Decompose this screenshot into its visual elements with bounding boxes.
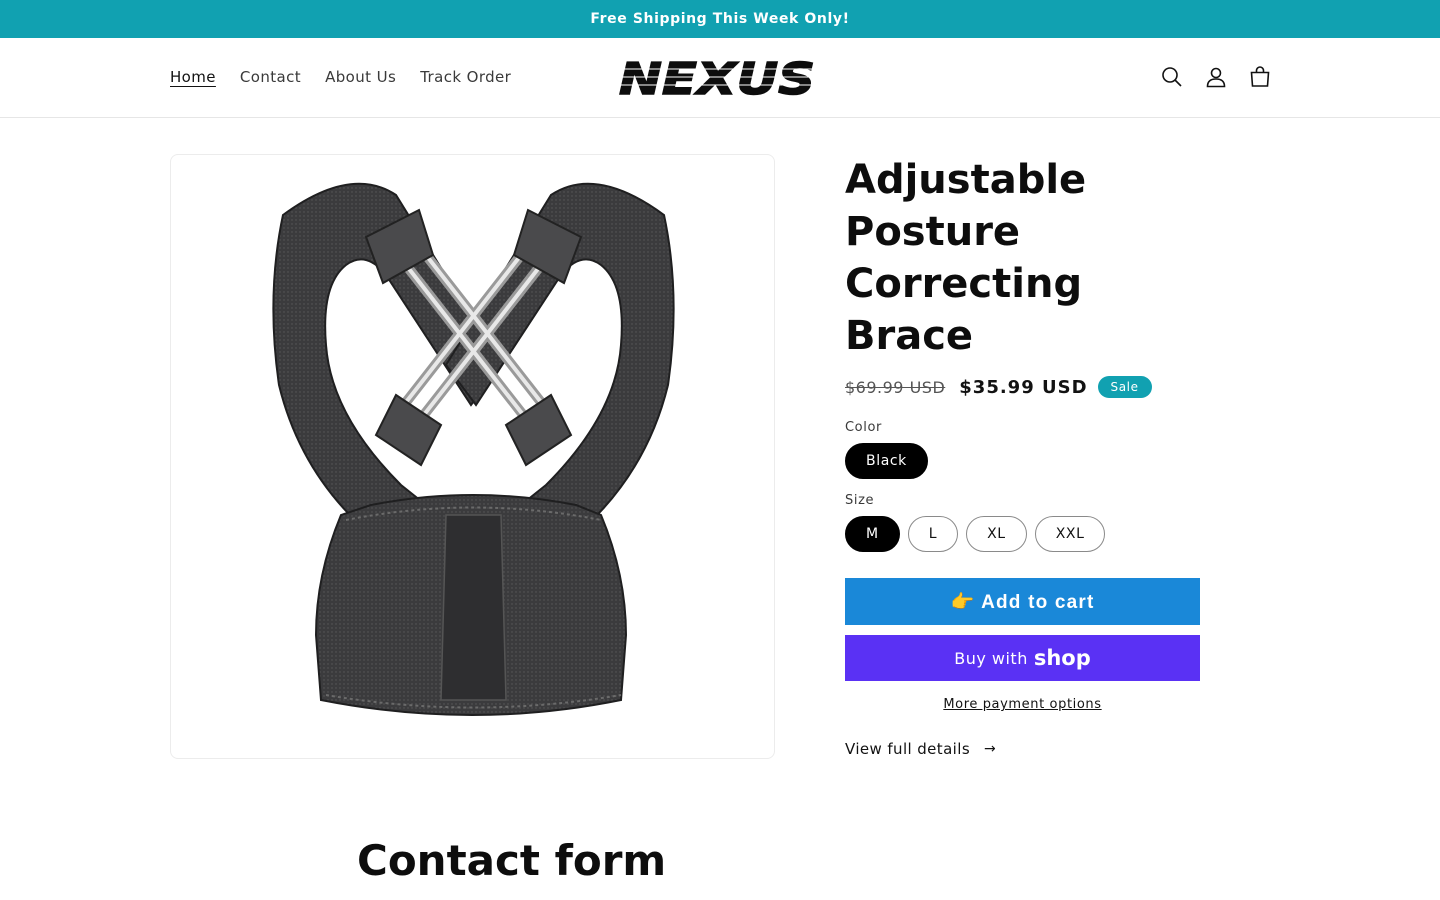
price-sale: $35.99 USD xyxy=(959,376,1088,398)
buy-with-shop-button[interactable]: Buy with shop xyxy=(845,635,1200,681)
nav-link-track-order[interactable]: Track Order xyxy=(420,68,511,86)
size-options: M L XL XXL xyxy=(845,516,1205,552)
header-icons xyxy=(1150,38,1282,116)
search-icon[interactable] xyxy=(1150,55,1194,99)
main-nav: Home Contact About Us Track Order xyxy=(170,38,535,116)
view-details-label: View full details xyxy=(845,740,971,758)
nexus-logo[interactable]: NEXUS xyxy=(617,55,817,101)
buy-with-label: Buy with xyxy=(954,648,1028,668)
product-title: Adjustable Posture Correcting Brace xyxy=(845,157,1087,359)
arrow-right-icon: → xyxy=(984,741,997,757)
posture-brace-image xyxy=(272,182,675,716)
price-row: $69.99 USD $35.99 USD Sale xyxy=(845,376,1205,398)
cart-icon[interactable] xyxy=(1238,55,1282,99)
price-original: $69.99 USD xyxy=(845,377,946,397)
size-option-xl[interactable]: XL xyxy=(966,516,1027,552)
size-label: Size xyxy=(845,493,875,508)
more-payment-options-link[interactable]: More payment options xyxy=(845,697,1200,712)
view-full-details-link[interactable]: View full details → xyxy=(845,740,1205,758)
announcement-bar: Free Shipping This Week Only! xyxy=(0,0,1440,38)
contact-form-title: Contact form xyxy=(357,836,667,885)
nav-link-home[interactable]: Home xyxy=(170,68,216,86)
account-icon[interactable] xyxy=(1194,55,1238,99)
nav-link-about-us[interactable]: About Us xyxy=(325,68,396,86)
nav-link-contact[interactable]: Contact xyxy=(240,68,301,86)
logo-text: NEXUS xyxy=(619,55,815,101)
site-header: Home Contact About Us Track Order NEXUS xyxy=(0,38,1440,118)
size-option-m[interactable]: M xyxy=(845,516,900,552)
size-option-l[interactable]: L xyxy=(907,516,959,552)
shop-pay-logo: shop xyxy=(1033,646,1091,670)
announcement-text: Free Shipping This Week Only! xyxy=(590,11,850,27)
size-option-xxl[interactable]: XXL xyxy=(1034,516,1106,552)
color-option-black[interactable]: Black xyxy=(845,443,928,479)
color-options: Black xyxy=(845,443,1205,479)
product-info: Adjustable Posture Correcting Brace $69.… xyxy=(845,154,1205,758)
product-image[interactable] xyxy=(170,154,775,759)
color-label: Color xyxy=(845,420,882,435)
add-to-cart-button[interactable]: 👉 Add to cart xyxy=(845,578,1200,625)
sale-badge: Sale xyxy=(1097,376,1152,398)
